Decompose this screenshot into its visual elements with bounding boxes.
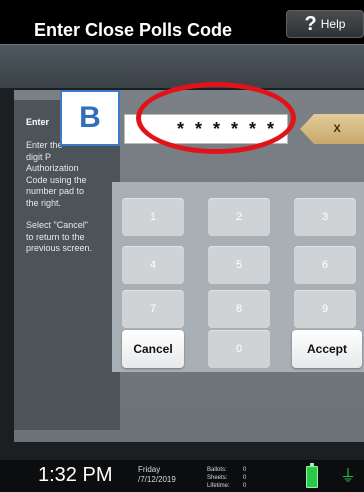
help-button[interactable]: ? Help (286, 10, 364, 38)
key-7[interactable]: 7 (122, 290, 184, 328)
instructions-text: Enter the digit P Authorization Code usi… (26, 140, 118, 266)
power-plug-icon: ⏚ (340, 468, 357, 485)
question-mark-icon: ? (304, 13, 317, 35)
instruction-line: Authorization (26, 163, 79, 173)
key-0[interactable]: 0 (208, 330, 270, 368)
cancel-button[interactable]: Cancel (122, 330, 184, 368)
clock: 1:32 PM (38, 464, 113, 486)
key-2[interactable]: 2 (208, 198, 270, 236)
cancel-instruction-line: previous screen. (26, 243, 93, 253)
help-label: Help (320, 17, 346, 31)
key-8[interactable]: 8 (208, 290, 270, 328)
ballot-counters: Ballots: 0 Sheets: 0 Lifetime: 0 (207, 466, 255, 490)
instruction-line: the right. (26, 197, 62, 208)
instructions-heading: Enter (26, 117, 50, 127)
sheets-label: Sheets: (207, 475, 228, 481)
instruction-line: Code using the (26, 174, 87, 185)
instruction-line: Enter the (26, 140, 63, 150)
weekday: Friday (138, 465, 161, 474)
lifetime-value: 0 (243, 483, 247, 489)
sheets-value: 0 (243, 475, 247, 481)
annotation-marker: B (60, 90, 120, 146)
key-4[interactable]: 4 (122, 246, 184, 284)
cancel-instruction-line: to return to the (26, 231, 85, 242)
date-display: Friday /7/12/2019 (138, 465, 176, 485)
ballots-value: 0 (243, 467, 247, 473)
key-9[interactable]: 9 (294, 290, 356, 328)
highlight-ellipse (136, 82, 296, 154)
accept-button[interactable]: Accept (292, 330, 362, 368)
key-1[interactable]: 1 (122, 198, 184, 236)
ballots-label: Ballots: (207, 467, 227, 473)
key-6[interactable]: 6 (294, 246, 356, 284)
instruction-line: digit P (26, 151, 52, 162)
date-value: /7/12/2019 (138, 475, 176, 484)
clear-icon: X (333, 123, 341, 135)
battery-icon (306, 463, 318, 488)
page-title: Enter Close Polls Code (34, 20, 233, 40)
key-3[interactable]: 3 (294, 198, 356, 236)
cancel-instruction-line: Select "Cancel" (26, 220, 88, 230)
instruction-line: number pad to (26, 186, 85, 196)
lifetime-label: Lifetime: (207, 483, 230, 489)
title-bar (0, 44, 364, 88)
key-5[interactable]: 5 (208, 246, 270, 284)
